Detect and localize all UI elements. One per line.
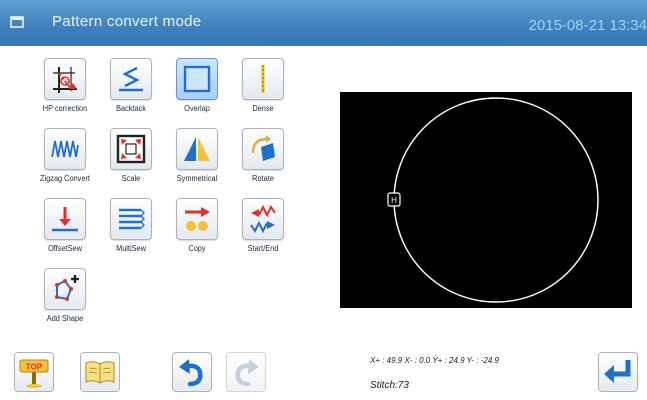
top-button[interactable]: TOP [14, 352, 54, 392]
zigzag-convert-button[interactable]: Zigzag Convert [30, 128, 100, 200]
scale-icon [116, 134, 146, 164]
pattern-convert-screen: Pattern convert mode 2015-08-21 13:34 HP… [0, 0, 647, 400]
backtack-label: Backtack [116, 104, 146, 113]
enter-button[interactable] [598, 352, 638, 392]
enter-return-icon [604, 360, 631, 383]
scale-button-face[interactable] [110, 128, 152, 170]
pattern-preview-canvas[interactable]: H [340, 92, 632, 308]
dense-icon [261, 65, 265, 93]
copy-button-face[interactable] [176, 198, 218, 240]
overlap-button-face[interactable] [176, 58, 218, 100]
add-shape-button-face[interactable] [44, 268, 86, 310]
backtack-button[interactable]: Backtack [96, 58, 166, 130]
rotate-icon [251, 135, 275, 161]
add-shape-icon [55, 275, 79, 301]
window-icon[interactable] [10, 15, 24, 29]
start-end-button-face[interactable] [242, 198, 284, 240]
copy-button[interactable]: Copy [162, 198, 232, 270]
dense-button-face[interactable] [242, 58, 284, 100]
multi-sew-icon [119, 208, 145, 230]
symmetrical-label: Symmetrical [176, 174, 218, 183]
offset-sew-icon [52, 207, 78, 232]
pattern-preview-svg: H [387, 97, 599, 303]
symmetrical-button[interactable]: Symmetrical [162, 128, 232, 200]
page-title: Pattern convert mode [52, 13, 202, 30]
offset-sew-label: OffsetSew [48, 244, 82, 253]
add-shape-label: Add Shape [46, 314, 84, 323]
undo-icon [179, 359, 203, 387]
coordinate-readout: X+ : 49.9 X- : 0.0 Y+ : 24.9 Y- : -24.9 [370, 356, 499, 365]
start-end-label: Start/End [247, 244, 279, 253]
multi-sew-button[interactable]: MultiSew [96, 198, 166, 270]
redo-button[interactable] [226, 352, 266, 392]
backtack-button-face[interactable] [110, 58, 152, 100]
dense-label: Dense [252, 104, 274, 113]
pattern-circle [393, 97, 599, 303]
add-shape-button[interactable]: Add Shape [30, 268, 100, 340]
rotate-button-face[interactable] [242, 128, 284, 170]
multi-sew-button-face[interactable] [110, 198, 152, 240]
datetime-display: 2015-08-21 13:34 [528, 17, 647, 34]
rotate-button[interactable]: Rotate [228, 128, 298, 200]
rotate-label: Rotate [252, 174, 274, 183]
redo-icon [235, 359, 259, 387]
book-icon [85, 361, 115, 384]
hp-correction-label: HP correction [42, 104, 88, 113]
top-sign-icon: TOP [19, 359, 49, 388]
overlap-button[interactable]: Overlap [162, 58, 232, 130]
start-point-label: H [391, 196, 397, 205]
offset-sew-button[interactable]: OffsetSew [30, 198, 100, 270]
copy-icon [185, 207, 210, 231]
start-end-button[interactable]: Start/End [228, 198, 298, 270]
hp-correction-icon [53, 67, 77, 93]
undo-button[interactable] [172, 352, 212, 392]
hp-correction-button-face[interactable] [44, 58, 86, 100]
top-label: TOP [26, 363, 43, 372]
copy-label: Copy [188, 244, 206, 253]
multi-sew-label: MultiSew [116, 244, 146, 253]
book-button[interactable] [80, 352, 120, 392]
title-bar: Pattern convert mode 2015-08-21 13:34 [0, 0, 647, 46]
symmetrical-icon [184, 137, 210, 161]
symmetrical-button-face[interactable] [176, 128, 218, 170]
zigzag-convert-button-face[interactable] [44, 128, 86, 170]
offset-sew-button-face[interactable] [44, 198, 86, 240]
hp-correction-button[interactable]: HP correction [30, 58, 100, 130]
overlap-icon [183, 65, 211, 93]
zigzag-icon [51, 140, 79, 158]
overlap-label: Overlap [184, 104, 210, 113]
dense-button[interactable]: Dense [228, 58, 298, 130]
stitch-count: Stitch:73 [370, 380, 409, 391]
backtack-icon [119, 66, 143, 92]
scale-label: Scale [121, 174, 141, 183]
start-end-icon [250, 204, 276, 234]
zigzag-convert-label: Zigzag Convert [40, 174, 90, 183]
scale-button[interactable]: Scale [96, 128, 166, 200]
